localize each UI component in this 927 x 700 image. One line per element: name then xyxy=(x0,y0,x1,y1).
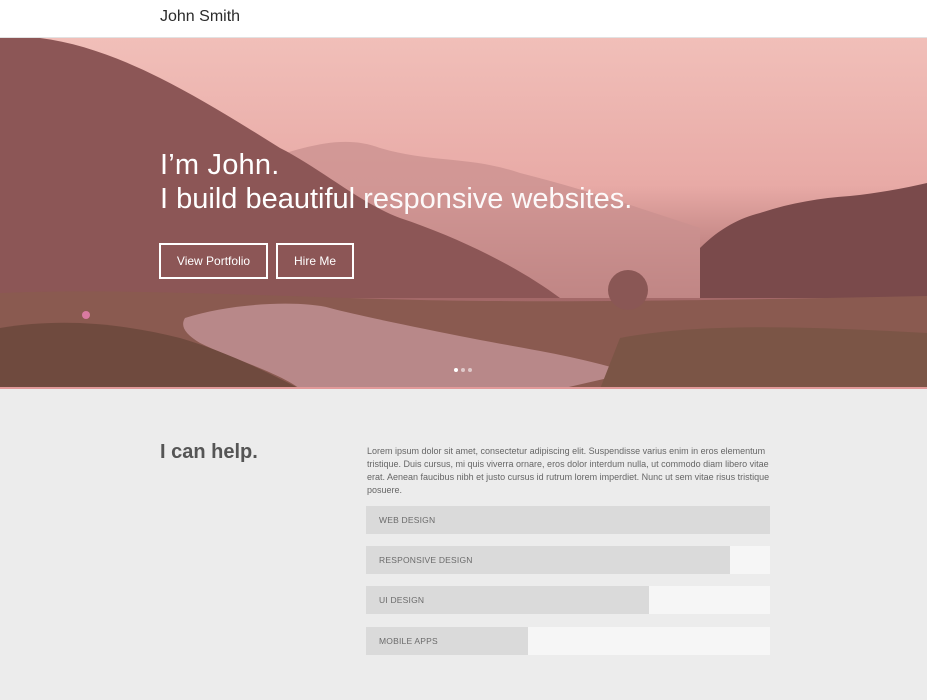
hire-me-button[interactable]: Hire Me xyxy=(276,243,354,279)
view-portfolio-button[interactable]: View Portfolio xyxy=(159,243,268,279)
hero-banner: I’m John. I build beautiful responsive w… xyxy=(0,38,927,389)
skill-label: WEB DESIGN xyxy=(379,515,436,525)
skill-label: MOBILE APPS xyxy=(379,636,438,646)
help-description: Lorem ipsum dolor sit amet, consectetur … xyxy=(367,446,770,495)
skill-label: UI DESIGN xyxy=(379,595,425,605)
skill-label: RESPONSIVE DESIGN xyxy=(379,555,473,565)
hero-heading-line2: I build beautiful responsive websites. xyxy=(160,183,632,216)
hero-divider xyxy=(0,387,927,389)
skill-bar-mobile-apps: MOBILE APPS xyxy=(366,627,770,655)
hero-heading-line1: I’m John. xyxy=(160,149,280,181)
help-title: I can help. xyxy=(160,441,258,463)
hero-heading-part-b: responsive websites. xyxy=(363,183,633,215)
carousel-dots xyxy=(454,368,472,372)
carousel-dot-1[interactable] xyxy=(454,368,458,372)
carousel-dot-2[interactable] xyxy=(461,368,465,372)
brand-name[interactable]: John Smith xyxy=(160,8,240,26)
site-header: John Smith xyxy=(0,0,927,38)
skill-bar-ui-design: UI DESIGN xyxy=(366,586,770,614)
skill-bar-responsive-design: RESPONSIVE DESIGN xyxy=(366,546,770,574)
skill-bar-web-design: WEB DESIGN xyxy=(366,506,770,534)
hero-heading-part-a: I build beautiful xyxy=(160,183,356,215)
carousel-dot-3[interactable] xyxy=(468,368,472,372)
